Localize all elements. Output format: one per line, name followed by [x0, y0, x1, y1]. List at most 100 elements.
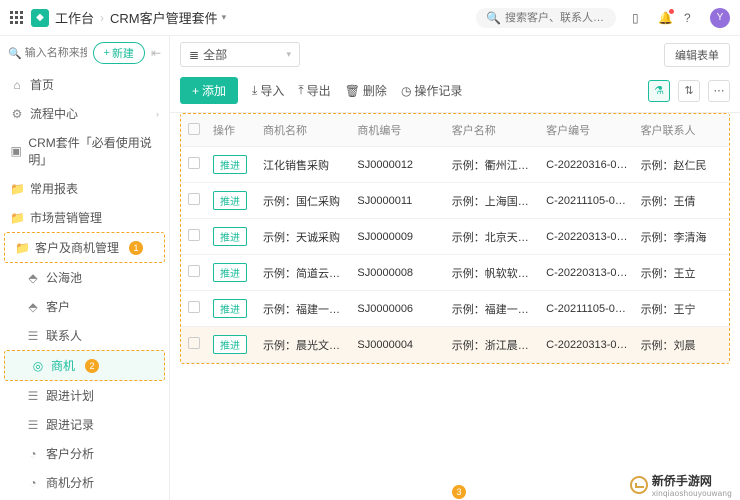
row-checkbox[interactable]	[188, 301, 200, 313]
sidebar-item-label: 跟进计划	[46, 387, 94, 404]
cell-cust: 示例：上海国仁有限…	[446, 183, 540, 219]
workspace-title[interactable]: 工作台	[55, 8, 94, 27]
col-header[interactable]: 商机编号	[351, 114, 445, 147]
cell-code: SJ0000011	[351, 183, 445, 219]
global-search-input[interactable]	[505, 12, 606, 24]
sidebar-item-9[interactable]: ◎商机2	[4, 350, 165, 381]
cell-name: 示例：天诚采购	[257, 219, 351, 255]
cell-name: 示例：简道云采购	[257, 255, 351, 291]
sort-icon[interactable]: ⇅	[678, 80, 700, 102]
avatar[interactable]: Y	[710, 8, 730, 28]
col-header[interactable]: 客户名称	[446, 114, 540, 147]
row-checkbox[interactable]	[188, 229, 200, 241]
sidebar-list: ⌂ 首页 ⚙流程中心›▣CRM套件「必看使用说明」 📁 常用报表 📁市场营销管理📁客户及商…	[0, 70, 169, 500]
push-button[interactable]: 推进	[213, 263, 247, 282]
help-icon[interactable]: ?	[684, 11, 698, 25]
filter-icon[interactable]: ⚗	[648, 80, 670, 102]
chevron-down-icon[interactable]: ▾	[222, 12, 227, 23]
bookmark-icon[interactable]: ▯	[632, 11, 646, 25]
row-checkbox[interactable]	[188, 193, 200, 205]
cell-name: 江化销售采购	[257, 147, 351, 183]
push-button[interactable]: 推进	[213, 335, 247, 354]
sidebar-item-label: 联系人	[46, 327, 82, 344]
col-header[interactable]: 商机名称	[257, 114, 351, 147]
nav-icon: ▣	[10, 144, 22, 158]
cell-contact: 示例：王倩	[635, 183, 729, 219]
cell-code: SJ0000008	[351, 255, 445, 291]
sidebar-item-13[interactable]: ◔商机分析	[0, 468, 169, 497]
cell-cust: 示例：浙江晨光文具…	[446, 327, 540, 363]
app-launcher-icon[interactable]	[10, 11, 23, 24]
new-button[interactable]: +新建	[93, 42, 145, 64]
trash-icon: 🗑	[345, 84, 360, 98]
sidebar-item-11[interactable]: ☰跟进记录	[0, 410, 169, 439]
log-button[interactable]: ◷操作记录	[401, 82, 463, 99]
view-selector[interactable]: ≣全部 ▾	[180, 42, 300, 67]
cell-custcode: C-20220313-0000001	[540, 255, 634, 291]
sidebar-item-8[interactable]: ☰联系人	[0, 321, 169, 350]
sidebar-item-5[interactable]: 📁客户及商机管理1	[4, 232, 165, 263]
chevron-down-icon: ▾	[286, 49, 291, 60]
col-header[interactable]: 客户联系人	[635, 114, 729, 147]
nav-icon: ◔	[26, 447, 40, 461]
sidebar-item-10[interactable]: ☰跟进计划	[0, 381, 169, 410]
row-checkbox[interactable]	[188, 337, 200, 349]
notification-icon[interactable]: 🔔	[658, 11, 672, 25]
sidebar-item-0[interactable]: ⌂ 首页	[0, 70, 169, 99]
nav-icon: ◔	[26, 476, 40, 490]
export-button[interactable]: ⤒导出	[298, 82, 330, 99]
sidebar-item-4[interactable]: 📁市场营销管理	[0, 203, 169, 232]
collapse-icon[interactable]: ⇤	[151, 46, 161, 60]
import-button[interactable]: ⤓导入	[252, 82, 284, 99]
row-checkbox[interactable]	[188, 265, 200, 277]
table-row[interactable]: 推进示例：晨光文具设备…SJ0000004示例：浙江晨光文具…C-2022031…	[181, 327, 729, 363]
sidebar-search-input[interactable]	[25, 47, 87, 59]
col-header[interactable]: 操作	[207, 114, 257, 147]
cell-name: 示例：福建一高3月订单	[257, 291, 351, 327]
edit-form-button[interactable]: 编辑表单	[664, 43, 730, 67]
breadcrumb-sep: ›	[100, 11, 104, 25]
cell-name: 示例：国仁采购	[257, 183, 351, 219]
sidebar-item-7[interactable]: ⬘客户	[0, 292, 169, 321]
table-row[interactable]: 推进示例：天诚采购SJ0000009示例：北京天诚软件…C-20220313-0…	[181, 219, 729, 255]
sidebar-item-12[interactable]: ◔客户分析	[0, 439, 169, 468]
cell-code: SJ0000009	[351, 219, 445, 255]
nav-icon: ⌂	[10, 78, 24, 92]
nav-icon: ☰	[26, 418, 40, 432]
sidebar-item-3[interactable]: 📁 常用报表	[0, 174, 169, 203]
settings-icon[interactable]: ⋯	[708, 80, 730, 102]
sidebar-item-6[interactable]: ⬘公海池	[0, 263, 169, 292]
nav-icon: 📁	[10, 182, 24, 196]
table-row[interactable]: 推进示例：福建一高3月订单SJ0000006示例：福建一高集团C-2021110…	[181, 291, 729, 327]
add-button[interactable]: +添加	[180, 77, 238, 104]
cell-cust: 示例：衢州江化集团	[446, 147, 540, 183]
sidebar-item-2[interactable]: ▣CRM套件「必看使用说明」	[0, 128, 169, 174]
cell-custcode: C-20211105-0000004	[540, 291, 634, 327]
delete-button[interactable]: 🗑删除	[345, 82, 387, 99]
clock-icon: ◷	[401, 84, 411, 98]
global-search[interactable]: 🔍	[476, 8, 616, 28]
col-header[interactable]: 客户编号	[540, 114, 634, 147]
push-button[interactable]: 推进	[213, 299, 247, 318]
main-panel: ≣全部 ▾ 编辑表单 +添加 ⤓导入 ⤒导出 🗑删除 ◷操作记录 ⚗ ⇅ ⋯ 操…	[170, 36, 740, 500]
sidebar-search[interactable]: 🔍	[8, 47, 87, 60]
cell-custcode: C-20220313-0000002	[540, 219, 634, 255]
sidebar-item-label: 首页	[30, 76, 54, 93]
sidebar-item-label: 常用报表	[30, 180, 78, 197]
table-row[interactable]: 推进示例：国仁采购SJ0000011示例：上海国仁有限…C-20211105-0…	[181, 183, 729, 219]
plus-icon: +	[104, 47, 110, 59]
push-button[interactable]: 推进	[213, 227, 247, 246]
row-checkbox[interactable]	[188, 157, 200, 169]
cell-custcode: C-20211105-0000001	[540, 183, 634, 219]
push-button[interactable]: 推进	[213, 155, 247, 174]
table-row[interactable]: 推进示例：简道云采购SJ0000008示例：帆软软件有限公司C-20220313…	[181, 255, 729, 291]
brand-icon: ◆	[31, 9, 49, 27]
sidebar-item-1[interactable]: ⚙流程中心›	[0, 99, 169, 128]
select-all-checkbox[interactable]	[188, 123, 200, 135]
badge: 1	[129, 241, 143, 255]
suite-title[interactable]: CRM客户管理套件	[110, 8, 218, 27]
table-row[interactable]: 推进江化销售采购SJ0000012示例：衢州江化集团C-20220316-000…	[181, 147, 729, 183]
push-button[interactable]: 推进	[213, 191, 247, 210]
watermark: 新侨手游网 xinqiaoshouyouwang	[630, 472, 732, 498]
sidebar-item-label: 客户	[46, 298, 70, 315]
